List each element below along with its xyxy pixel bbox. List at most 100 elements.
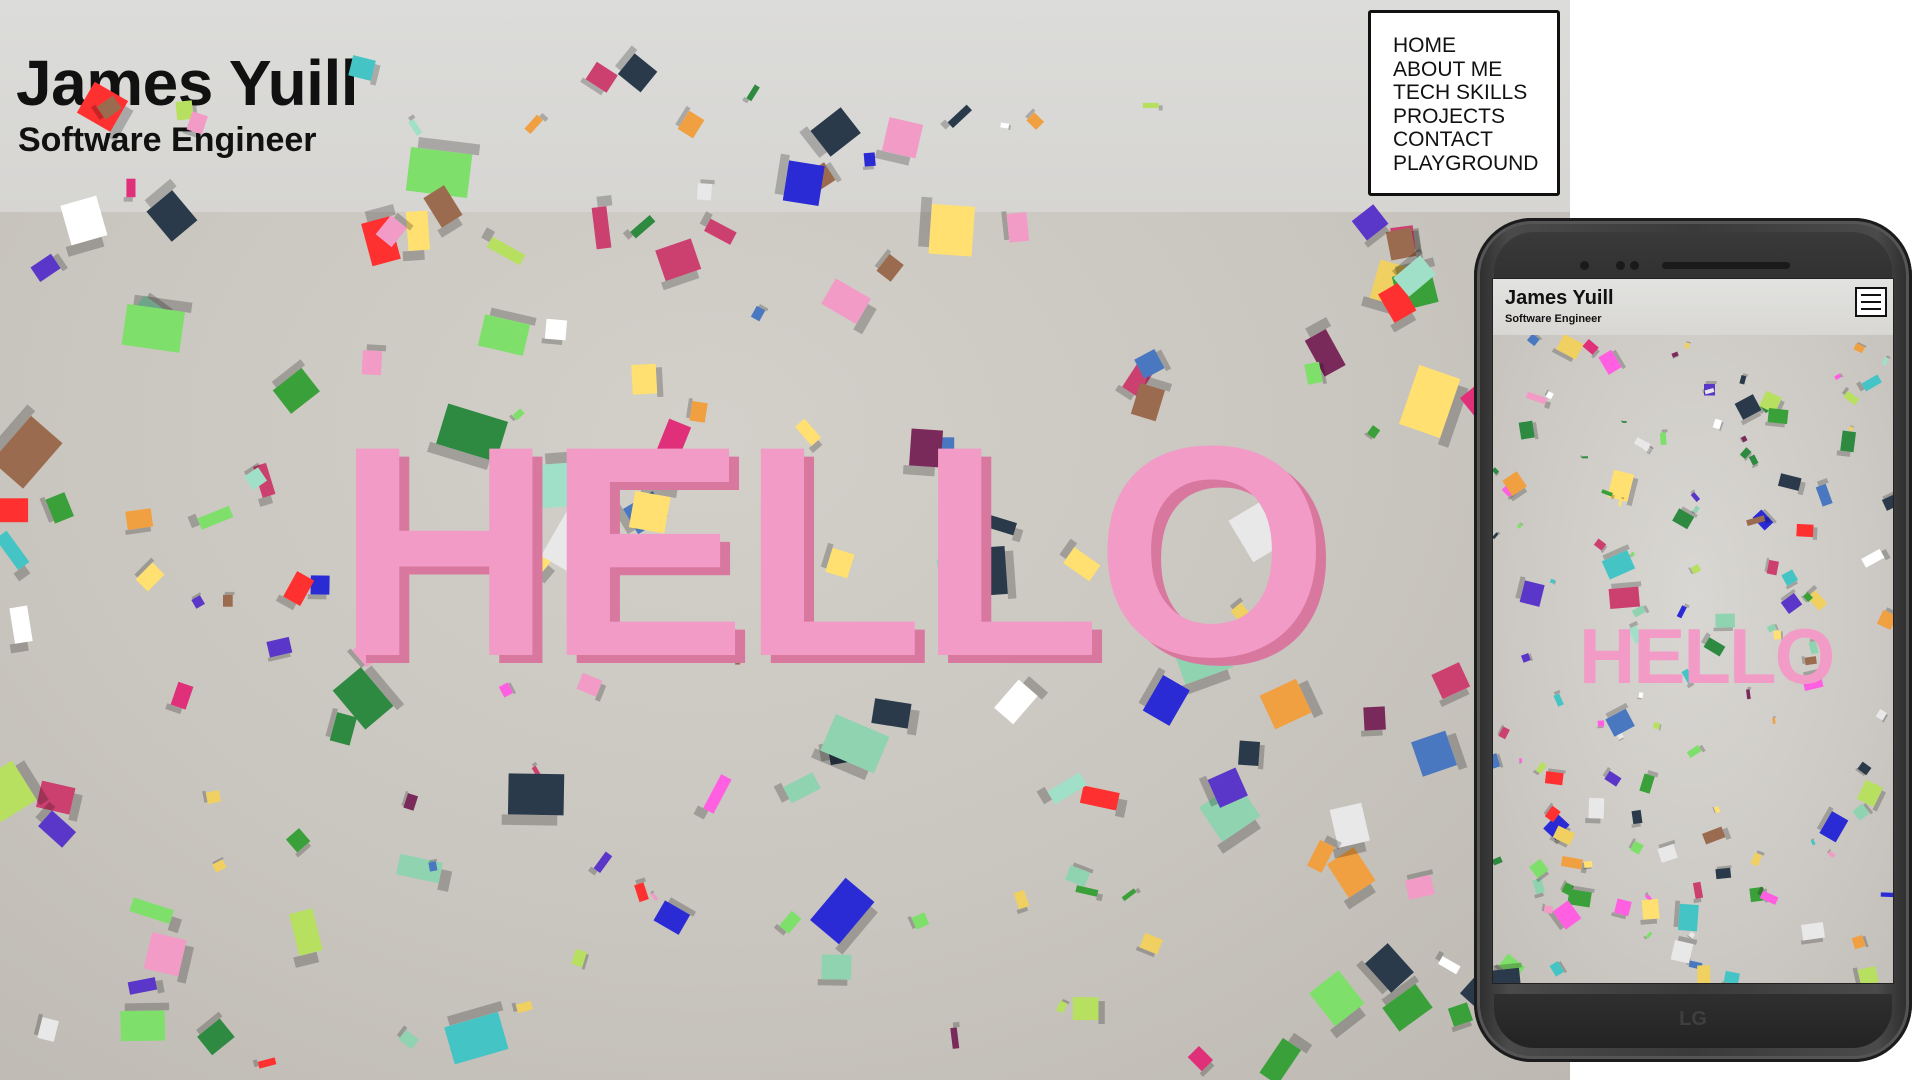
confetti-cube — [1796, 523, 1818, 540]
confetti-cube — [571, 948, 590, 970]
confetti-cube — [9, 605, 33, 654]
confetti-cube — [444, 1001, 509, 1065]
confetti-cube — [874, 249, 904, 282]
confetti-cube — [1551, 333, 1584, 363]
confetti-cube — [653, 897, 697, 935]
confetti-cube — [614, 45, 658, 93]
confetti-cube — [1593, 538, 1608, 554]
confetti-cube — [817, 954, 852, 986]
desktop-site: James Yuill Software Engineer HELLO HELL… — [0, 0, 1570, 1080]
nav-projects[interactable]: PROJECTS — [1393, 105, 1557, 129]
confetti-cube — [907, 912, 930, 930]
confetti-cube — [1712, 805, 1721, 814]
confetti-cube — [1657, 839, 1678, 863]
confetti-cube — [1875, 709, 1888, 723]
confetti-cube — [1056, 998, 1070, 1014]
confetti-cube — [481, 227, 526, 266]
confetti-cube — [1516, 522, 1524, 529]
confetti-cube — [0, 530, 31, 582]
confetti-cube — [120, 1002, 170, 1042]
confetti-cube — [1653, 722, 1662, 731]
phone-brand-logo: LG — [1679, 1008, 1707, 1030]
confetti-cube — [1851, 934, 1869, 950]
confetti-cube — [1493, 467, 1500, 477]
confetti-cube — [1777, 473, 1806, 496]
confetti-cube — [1810, 838, 1816, 846]
confetti-cube — [693, 774, 732, 820]
confetti-cube — [1841, 386, 1860, 406]
nav-tech-skills[interactable]: TECH SKILLS — [1393, 81, 1557, 105]
confetti-cube — [622, 214, 656, 240]
confetti-cube — [1072, 997, 1105, 1024]
confetti-cube — [1404, 869, 1435, 900]
confetti-cube — [1608, 581, 1642, 610]
confetti-cube — [187, 505, 234, 530]
confetti-cube — [1544, 768, 1566, 786]
confetti-cube — [477, 307, 537, 356]
confetti-cube — [285, 828, 312, 858]
confetti-cube — [1493, 753, 1504, 770]
mobile-site-title: James Yuill — [1505, 287, 1614, 309]
confetti-cube — [874, 117, 924, 166]
confetti-cube — [252, 1057, 277, 1069]
confetti-cube — [1684, 341, 1691, 349]
confetti-cube — [1065, 862, 1094, 888]
confetti-cube — [634, 877, 649, 903]
confetti-cube — [144, 178, 198, 242]
confetti-cube — [773, 772, 821, 804]
confetti-cube — [699, 211, 737, 245]
confetti-cube — [191, 592, 205, 609]
confetti-cube — [696, 179, 715, 201]
sensor-icon — [1616, 261, 1625, 270]
confetti-cube — [541, 318, 568, 345]
mobile-site-subtitle: Software Engineer — [1505, 313, 1602, 325]
confetti-cube — [165, 681, 194, 715]
confetti-cube — [1834, 373, 1844, 381]
confetti-cube — [1881, 490, 1893, 511]
confetti-cube — [125, 508, 154, 535]
confetti-cube — [799, 107, 861, 158]
front-camera-icon — [1580, 261, 1589, 270]
confetti-cube — [1605, 702, 1635, 737]
confetti-cube — [1259, 1032, 1313, 1080]
nav-contact[interactable]: CONTACT — [1393, 128, 1557, 152]
hamburger-menu-icon[interactable] — [1855, 287, 1887, 317]
confetti-cube — [402, 210, 431, 262]
confetti-cube — [30, 253, 68, 282]
confetti-cube — [1848, 425, 1855, 432]
confetti-cube — [580, 61, 618, 96]
confetti-cube — [1435, 950, 1461, 975]
confetti-cube — [1025, 108, 1045, 130]
confetti-cube — [1079, 785, 1128, 818]
confetti-cube — [1620, 420, 1627, 423]
confetti-cube — [1411, 730, 1468, 777]
confetti-cube — [1715, 865, 1732, 880]
hero-text: HELLO — [336, 383, 1329, 719]
confetti-cube — [587, 851, 613, 876]
confetti-cube — [1692, 881, 1704, 904]
confetti-cube — [212, 856, 227, 873]
confetti-cube — [1880, 892, 1893, 898]
confetti-cube — [396, 1025, 420, 1050]
confetti-cube — [134, 557, 165, 592]
confetti-cube — [1351, 204, 1390, 248]
confetti-cube — [1881, 355, 1891, 366]
confetti-cube — [1549, 961, 1568, 977]
nav-playground[interactable]: PLAYGROUND — [1393, 152, 1557, 176]
confetti-cube — [750, 304, 769, 322]
confetti-cube — [1582, 338, 1600, 359]
confetti-cube — [143, 932, 195, 984]
confetti-cube — [1836, 430, 1856, 457]
confetti-cube — [0, 498, 29, 523]
confetti-cube — [1611, 898, 1632, 920]
nav-home[interactable]: HOME — [1393, 34, 1557, 58]
confetti-cube — [196, 1011, 235, 1056]
nav-about-me[interactable]: ABOUT ME — [1393, 58, 1557, 82]
confetti-cube — [401, 790, 419, 811]
confetti-cube — [1764, 557, 1780, 576]
confetti-cube — [1601, 544, 1636, 580]
confetti-cube — [121, 294, 193, 353]
confetti-cube — [1515, 576, 1545, 607]
confetti-cube — [810, 877, 878, 955]
confetti-cube — [1712, 418, 1724, 431]
